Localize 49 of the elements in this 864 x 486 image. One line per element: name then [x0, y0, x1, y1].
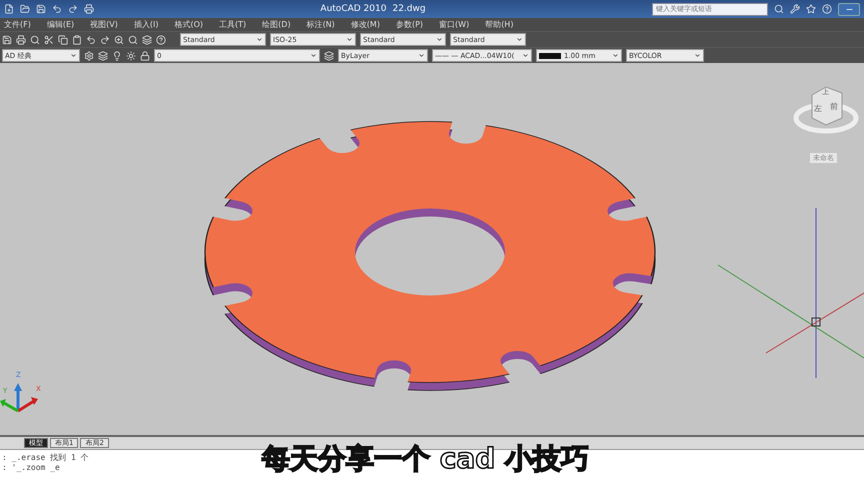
preview-icon[interactable]: [30, 34, 40, 44]
cut-icon[interactable]: [44, 34, 54, 44]
file-name: 22.dwg: [392, 4, 426, 14]
command-line: : '_.zoom _e: [2, 463, 60, 472]
undo-icon[interactable]: [52, 4, 62, 14]
zoom-icon[interactable]: [114, 34, 124, 44]
copy-icon[interactable]: [58, 34, 68, 44]
undo-icon[interactable]: [86, 34, 96, 44]
menu-item[interactable]: 标注(N): [306, 19, 335, 30]
star-icon[interactable]: [806, 4, 816, 14]
print-icon[interactable]: [16, 34, 26, 44]
menu-item[interactable]: 视图(V): [90, 19, 118, 30]
ucs-axes-icon: [0, 383, 38, 412]
command-line: : _.erase 找到 1 个: [2, 452, 89, 463]
print-icon[interactable]: [84, 4, 94, 14]
layers-icon[interactable]: [142, 34, 152, 44]
open-folder-icon[interactable]: [20, 4, 30, 14]
view-cube-drawing: [794, 86, 858, 134]
video-subtitle: 每天分享一个 cad 小技巧: [262, 441, 590, 477]
paste-icon[interactable]: [72, 34, 82, 44]
menu-item[interactable]: 参数(P): [396, 19, 424, 30]
lock-icon[interactable]: [140, 50, 150, 60]
menu-item[interactable]: 插入(I): [134, 19, 158, 30]
save-icon[interactable]: [2, 34, 12, 44]
settings-icon[interactable]: [84, 50, 94, 60]
help-icon[interactable]: [156, 34, 166, 44]
zoom-window-icon[interactable]: [128, 34, 138, 44]
menu-item[interactable]: 编辑(E): [46, 19, 74, 30]
app-title: AutoCAD 2010: [320, 4, 386, 14]
bulb-icon[interactable]: [112, 50, 122, 60]
redo-icon[interactable]: [68, 4, 78, 14]
sun-icon[interactable]: [126, 50, 136, 60]
menu-item[interactable]: 绘图(D): [262, 19, 291, 30]
help-icon[interactable]: [822, 4, 832, 14]
menu-item[interactable]: 修改(M): [350, 19, 380, 30]
menu-item[interactable]: 工具(T): [219, 19, 246, 30]
layer-icon[interactable]: [98, 50, 108, 60]
menu-item[interactable]: 格式(O): [174, 19, 204, 30]
view-cube-label: 左: [814, 103, 822, 114]
menu-item[interactable]: 文件(F): [4, 19, 31, 30]
menu-item[interactable]: 帮助(H): [485, 19, 514, 30]
view-cube-label: 前: [830, 101, 838, 112]
minimize-button[interactable]: [838, 2, 860, 16]
wrench-icon[interactable]: [790, 4, 800, 14]
menu-item[interactable]: 窗口(W): [439, 19, 470, 30]
save-icon[interactable]: [36, 4, 46, 14]
new-file-icon[interactable]: [4, 4, 14, 14]
layer-state-icon[interactable]: [324, 50, 334, 60]
redo-icon[interactable]: [100, 34, 110, 44]
